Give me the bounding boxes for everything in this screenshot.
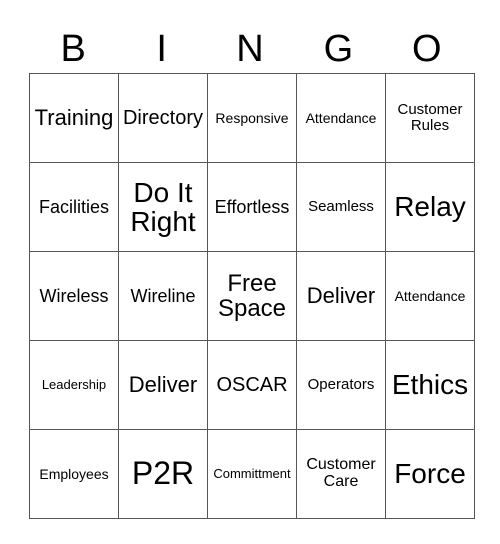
grid-row-5: Employees P2R Committment Customer Care … bbox=[29, 429, 475, 519]
bingo-cell[interactable]: Directory bbox=[118, 73, 208, 163]
grid-row-2: Facilities Do It Right Effortless Seamle… bbox=[29, 162, 475, 252]
bingo-cell[interactable]: Effortless bbox=[207, 162, 297, 252]
header-letter-b: B bbox=[60, 28, 86, 70]
bingo-cell[interactable]: Wireline bbox=[118, 251, 208, 341]
bingo-cell[interactable]: Attendance bbox=[296, 73, 386, 163]
bingo-cell[interactable]: Do It Right bbox=[118, 162, 208, 252]
bingo-cell[interactable]: Deliver bbox=[296, 251, 386, 341]
bingo-cell[interactable]: Customer Rules bbox=[385, 73, 475, 163]
bingo-cell[interactable]: Force bbox=[385, 429, 475, 519]
bingo-cell[interactable]: Relay bbox=[385, 162, 475, 252]
bingo-header: B I N G O bbox=[29, 26, 471, 72]
header-letter-i: I bbox=[156, 28, 167, 70]
bingo-cell[interactable]: Seamless bbox=[296, 162, 386, 252]
bingo-cell[interactable]: Operators bbox=[296, 340, 386, 430]
bingo-cell[interactable]: Attendance bbox=[385, 251, 475, 341]
bingo-cell[interactable]: Employees bbox=[29, 429, 119, 519]
header-letter-o: O bbox=[412, 28, 442, 70]
bingo-cell[interactable]: Committment bbox=[207, 429, 297, 519]
bingo-cell[interactable]: Leadership bbox=[29, 340, 119, 430]
bingo-cell[interactable]: Ethics bbox=[385, 340, 475, 430]
bingo-cell[interactable]: Responsive bbox=[207, 73, 297, 163]
grid-row-1: Training Directory Responsive Attendance… bbox=[29, 73, 475, 163]
bingo-cell[interactable]: Deliver bbox=[118, 340, 208, 430]
bingo-cell[interactable]: Training bbox=[29, 73, 119, 163]
header-letter-n: N bbox=[236, 28, 264, 70]
bingo-grid: Training Directory Responsive Attendance… bbox=[29, 73, 475, 519]
grid-row-3: Wireless Wireline Free Space Deliver Att… bbox=[29, 251, 475, 341]
bingo-cell[interactable]: OSCAR bbox=[207, 340, 297, 430]
free-space-cell[interactable]: Free Space bbox=[207, 251, 297, 341]
bingo-cell[interactable]: Wireless bbox=[29, 251, 119, 341]
bingo-cell[interactable]: P2R bbox=[118, 429, 208, 519]
bingo-cell[interactable]: Facilities bbox=[29, 162, 119, 252]
header-letter-g: G bbox=[323, 28, 354, 70]
grid-row-4: Leadership Deliver OSCAR Operators Ethic… bbox=[29, 340, 475, 430]
bingo-cell[interactable]: Customer Care bbox=[296, 429, 386, 519]
